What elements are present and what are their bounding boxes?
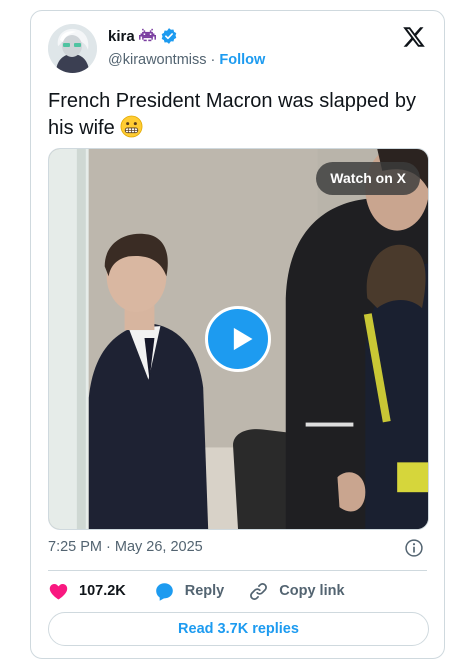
avatar[interactable] — [48, 24, 97, 73]
separator-dot: · — [210, 52, 216, 68]
divider — [48, 570, 427, 571]
play-button[interactable] — [205, 306, 271, 372]
action-bar: 107.2K Reply Copy link — [48, 579, 345, 603]
handle-row: @kirawontmiss · Follow — [108, 52, 265, 68]
tweet-body: French President Macron was slapped by h… — [48, 90, 416, 139]
copy-link-button[interactable]: Copy link — [248, 581, 345, 602]
play-icon — [233, 327, 253, 351]
info-icon[interactable] — [404, 538, 424, 558]
space-invader-emoji-icon — [138, 28, 156, 45]
tweet-card: kira @kirawontmiss · Follow French Presi… — [30, 10, 445, 659]
reply-label: Reply — [184, 583, 225, 599]
video-player[interactable]: Watch on X — [48, 148, 429, 530]
follow-button[interactable]: Follow — [219, 52, 265, 68]
speech-bubble-icon — [155, 582, 173, 601]
author-name-row: kira — [108, 27, 178, 45]
tweet-text: French President Macron was slapped by h… — [48, 88, 432, 142]
heart-icon — [49, 583, 68, 600]
link-icon — [250, 582, 268, 600]
grimacing-face-emoji-icon — [120, 115, 143, 138]
like-count: 107.2K — [79, 583, 126, 599]
x-logo-icon[interactable] — [402, 25, 426, 49]
read-replies-button[interactable]: Read 3.7K replies — [48, 612, 429, 646]
reply-button[interactable]: Reply — [154, 581, 225, 602]
timestamp[interactable]: 7:25 PM · May 26, 2025 — [48, 539, 203, 555]
author-name[interactable]: kira — [108, 28, 135, 45]
watch-on-x-button[interactable]: Watch on X — [316, 162, 420, 195]
copy-link-label: Copy link — [279, 583, 345, 599]
like-button[interactable]: 107.2K — [48, 581, 126, 602]
verified-badge-icon — [160, 27, 178, 45]
author-handle[interactable]: @kirawontmiss — [108, 52, 207, 68]
